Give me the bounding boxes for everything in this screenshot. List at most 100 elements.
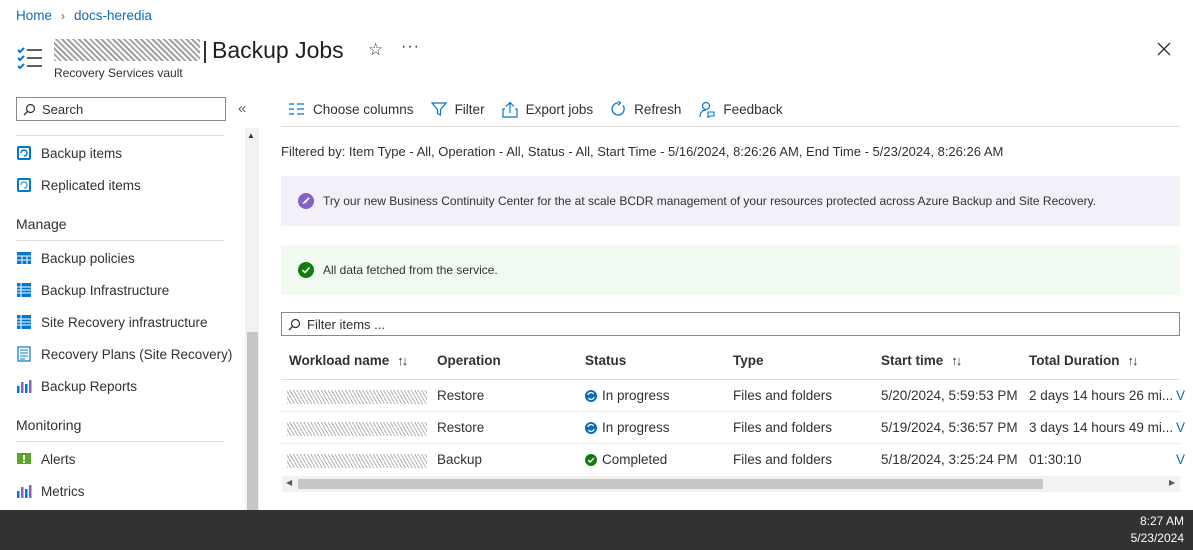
status-cell[interactable]: Completed (585, 452, 667, 467)
sidebar-item-label: Site Recovery infrastructure (41, 314, 208, 330)
refresh-label: Refresh (634, 101, 682, 117)
status-cell[interactable]: In progress (585, 388, 670, 403)
view-details-link[interactable]: V (1176, 420, 1185, 435)
taskbar-clock-time[interactable]: 8:27 AM (1140, 514, 1184, 528)
sort-arrows-icon[interactable]: ↑↓ (1128, 353, 1139, 368)
column-header-label: Start time (881, 353, 944, 368)
more-options-icon[interactable]: ··· (401, 38, 420, 56)
sidebar-item-recovery-plans[interactable]: Recovery Plans (Site Recovery) (16, 344, 232, 364)
workload-name-cell[interactable] (287, 388, 427, 406)
page-subtitle: Recovery Services vault (54, 66, 183, 80)
row-divider (281, 443, 1180, 444)
sort-arrows-icon[interactable]: ↑↓ (951, 353, 962, 368)
column-header-workload-name[interactable]: Workload name ↑↓ (289, 353, 408, 368)
in-progress-icon (585, 389, 597, 402)
columns-icon (289, 103, 304, 115)
breadcrumb-vault-link[interactable]: docs-heredia (74, 8, 152, 23)
infrastructure-icon (17, 283, 31, 297)
column-header-total-duration[interactable]: Total Duration ↑↓ (1029, 353, 1139, 368)
duration-cell: 01:30:10 (1029, 452, 1082, 467)
column-header-label: Type (733, 353, 764, 368)
backup-jobs-icon (17, 47, 42, 70)
column-header-label: Status (585, 353, 627, 368)
redacted-workload-name (287, 454, 427, 468)
sidebar-item-label: Metrics (41, 483, 85, 499)
filter-label: Filter (454, 101, 485, 117)
sidebar-item-replicated-items[interactable]: Replicated items (16, 175, 141, 195)
close-icon[interactable] (1154, 39, 1174, 59)
sidebar-item-backup-items[interactable]: Backup items (16, 143, 122, 163)
column-header-type[interactable]: Type (733, 353, 764, 368)
filter-button[interactable]: Filter (430, 101, 485, 117)
sidebar-item-backup-reports[interactable]: Backup Reports (16, 376, 137, 396)
scroll-left-arrow-icon[interactable]: ◀ (286, 478, 292, 487)
export-jobs-label: Export jobs (525, 101, 594, 117)
feedback-label: Feedback (723, 101, 783, 117)
filter-items-input[interactable] (307, 316, 1157, 332)
sidebar-item-label: Backup items (41, 145, 123, 161)
type-cell: Files and folders (733, 420, 833, 435)
redacted-workload-name (287, 422, 427, 436)
collapse-sidebar-icon[interactable]: « (238, 100, 246, 117)
column-header-operation[interactable]: Operation (437, 353, 501, 368)
sidebar-item-alerts[interactable]: Alerts (16, 449, 76, 469)
status-cell[interactable]: In progress (585, 420, 670, 435)
view-details-link[interactable]: V (1176, 452, 1185, 467)
sidebar-item-metrics[interactable]: Metrics (16, 481, 85, 501)
in-progress-icon (585, 421, 597, 434)
sidebar-item-backup-infrastructure[interactable]: Backup Infrastructure (16, 280, 169, 300)
sidebar-item-backup-policies[interactable]: Backup policies (16, 248, 135, 268)
metrics-icon (17, 485, 32, 498)
search-icon (288, 318, 301, 330)
duration-cell: 2 days 14 hours 26 mi... (1029, 388, 1174, 403)
column-header-start-time[interactable]: Start time ↑↓ (881, 353, 962, 368)
feedback-icon (699, 101, 715, 118)
title-separator: | (202, 36, 208, 63)
status-text: In progress (602, 388, 670, 403)
table-scroll-thumb[interactable] (298, 479, 1043, 489)
sort-arrows-icon[interactable]: ↑↓ (397, 353, 408, 368)
column-header-status[interactable]: Status (585, 353, 626, 368)
column-header-label: Operation (437, 353, 501, 368)
success-check-icon (298, 262, 314, 278)
search-icon (23, 103, 36, 115)
sidebar-item-label: Backup policies (41, 250, 135, 266)
redacted-workload-name (287, 390, 427, 404)
sidebar-item-label: Alerts (41, 451, 76, 467)
replicated-items-icon (17, 178, 31, 192)
workload-name-cell[interactable] (287, 452, 427, 470)
sidebar-scroll-thumb[interactable] (247, 332, 258, 510)
sidebar-search-input[interactable] (42, 101, 212, 117)
toolbar-divider (281, 126, 1180, 127)
refresh-button[interactable]: Refresh (610, 101, 681, 117)
redacted-vault-name (54, 39, 200, 61)
choose-columns-button[interactable]: Choose columns (288, 102, 414, 117)
sidebar-item-site-recovery-infrastructure[interactable]: Site Recovery infrastructure (16, 312, 208, 332)
operation-cell: Backup (437, 452, 483, 467)
filter-items-box[interactable] (281, 312, 1180, 336)
filter-icon (430, 102, 447, 116)
scroll-right-arrow-icon[interactable]: ▶ (1169, 478, 1175, 487)
status-text: Completed (602, 452, 668, 467)
monitoring-divider (16, 441, 224, 442)
view-details-link[interactable]: V (1176, 388, 1185, 403)
refresh-icon (611, 101, 625, 116)
type-cell: Files and folders (733, 452, 833, 467)
feedback-button[interactable]: Feedback (698, 101, 783, 118)
scroll-up-arrow-icon[interactable]: ▲ (247, 131, 255, 140)
sidebar-divider (16, 135, 224, 136)
choose-columns-label: Choose columns (313, 101, 414, 117)
operation-cell: Restore (437, 420, 485, 435)
breadcrumb-home-link[interactable]: Home (16, 8, 52, 23)
recovery-plan-icon (17, 346, 31, 362)
page-title: Backup Jobs (211, 36, 344, 63)
sidebar-search[interactable] (16, 97, 226, 121)
export-jobs-button[interactable]: Export jobs (501, 101, 594, 118)
sidebar-item-label: Backup Reports (41, 378, 138, 394)
start-time-cell: 5/20/2024, 5:59:53 PM (881, 388, 1018, 403)
bcc-info-banner[interactable]: Try our new Business Continuity Center f… (281, 176, 1180, 226)
workload-name-cell[interactable] (287, 420, 427, 438)
start-time-cell: 5/18/2024, 3:25:24 PM (881, 452, 1018, 467)
star-icon[interactable]: ☆ (368, 40, 383, 60)
taskbar-clock-date[interactable]: 5/23/2024 (1131, 531, 1184, 545)
